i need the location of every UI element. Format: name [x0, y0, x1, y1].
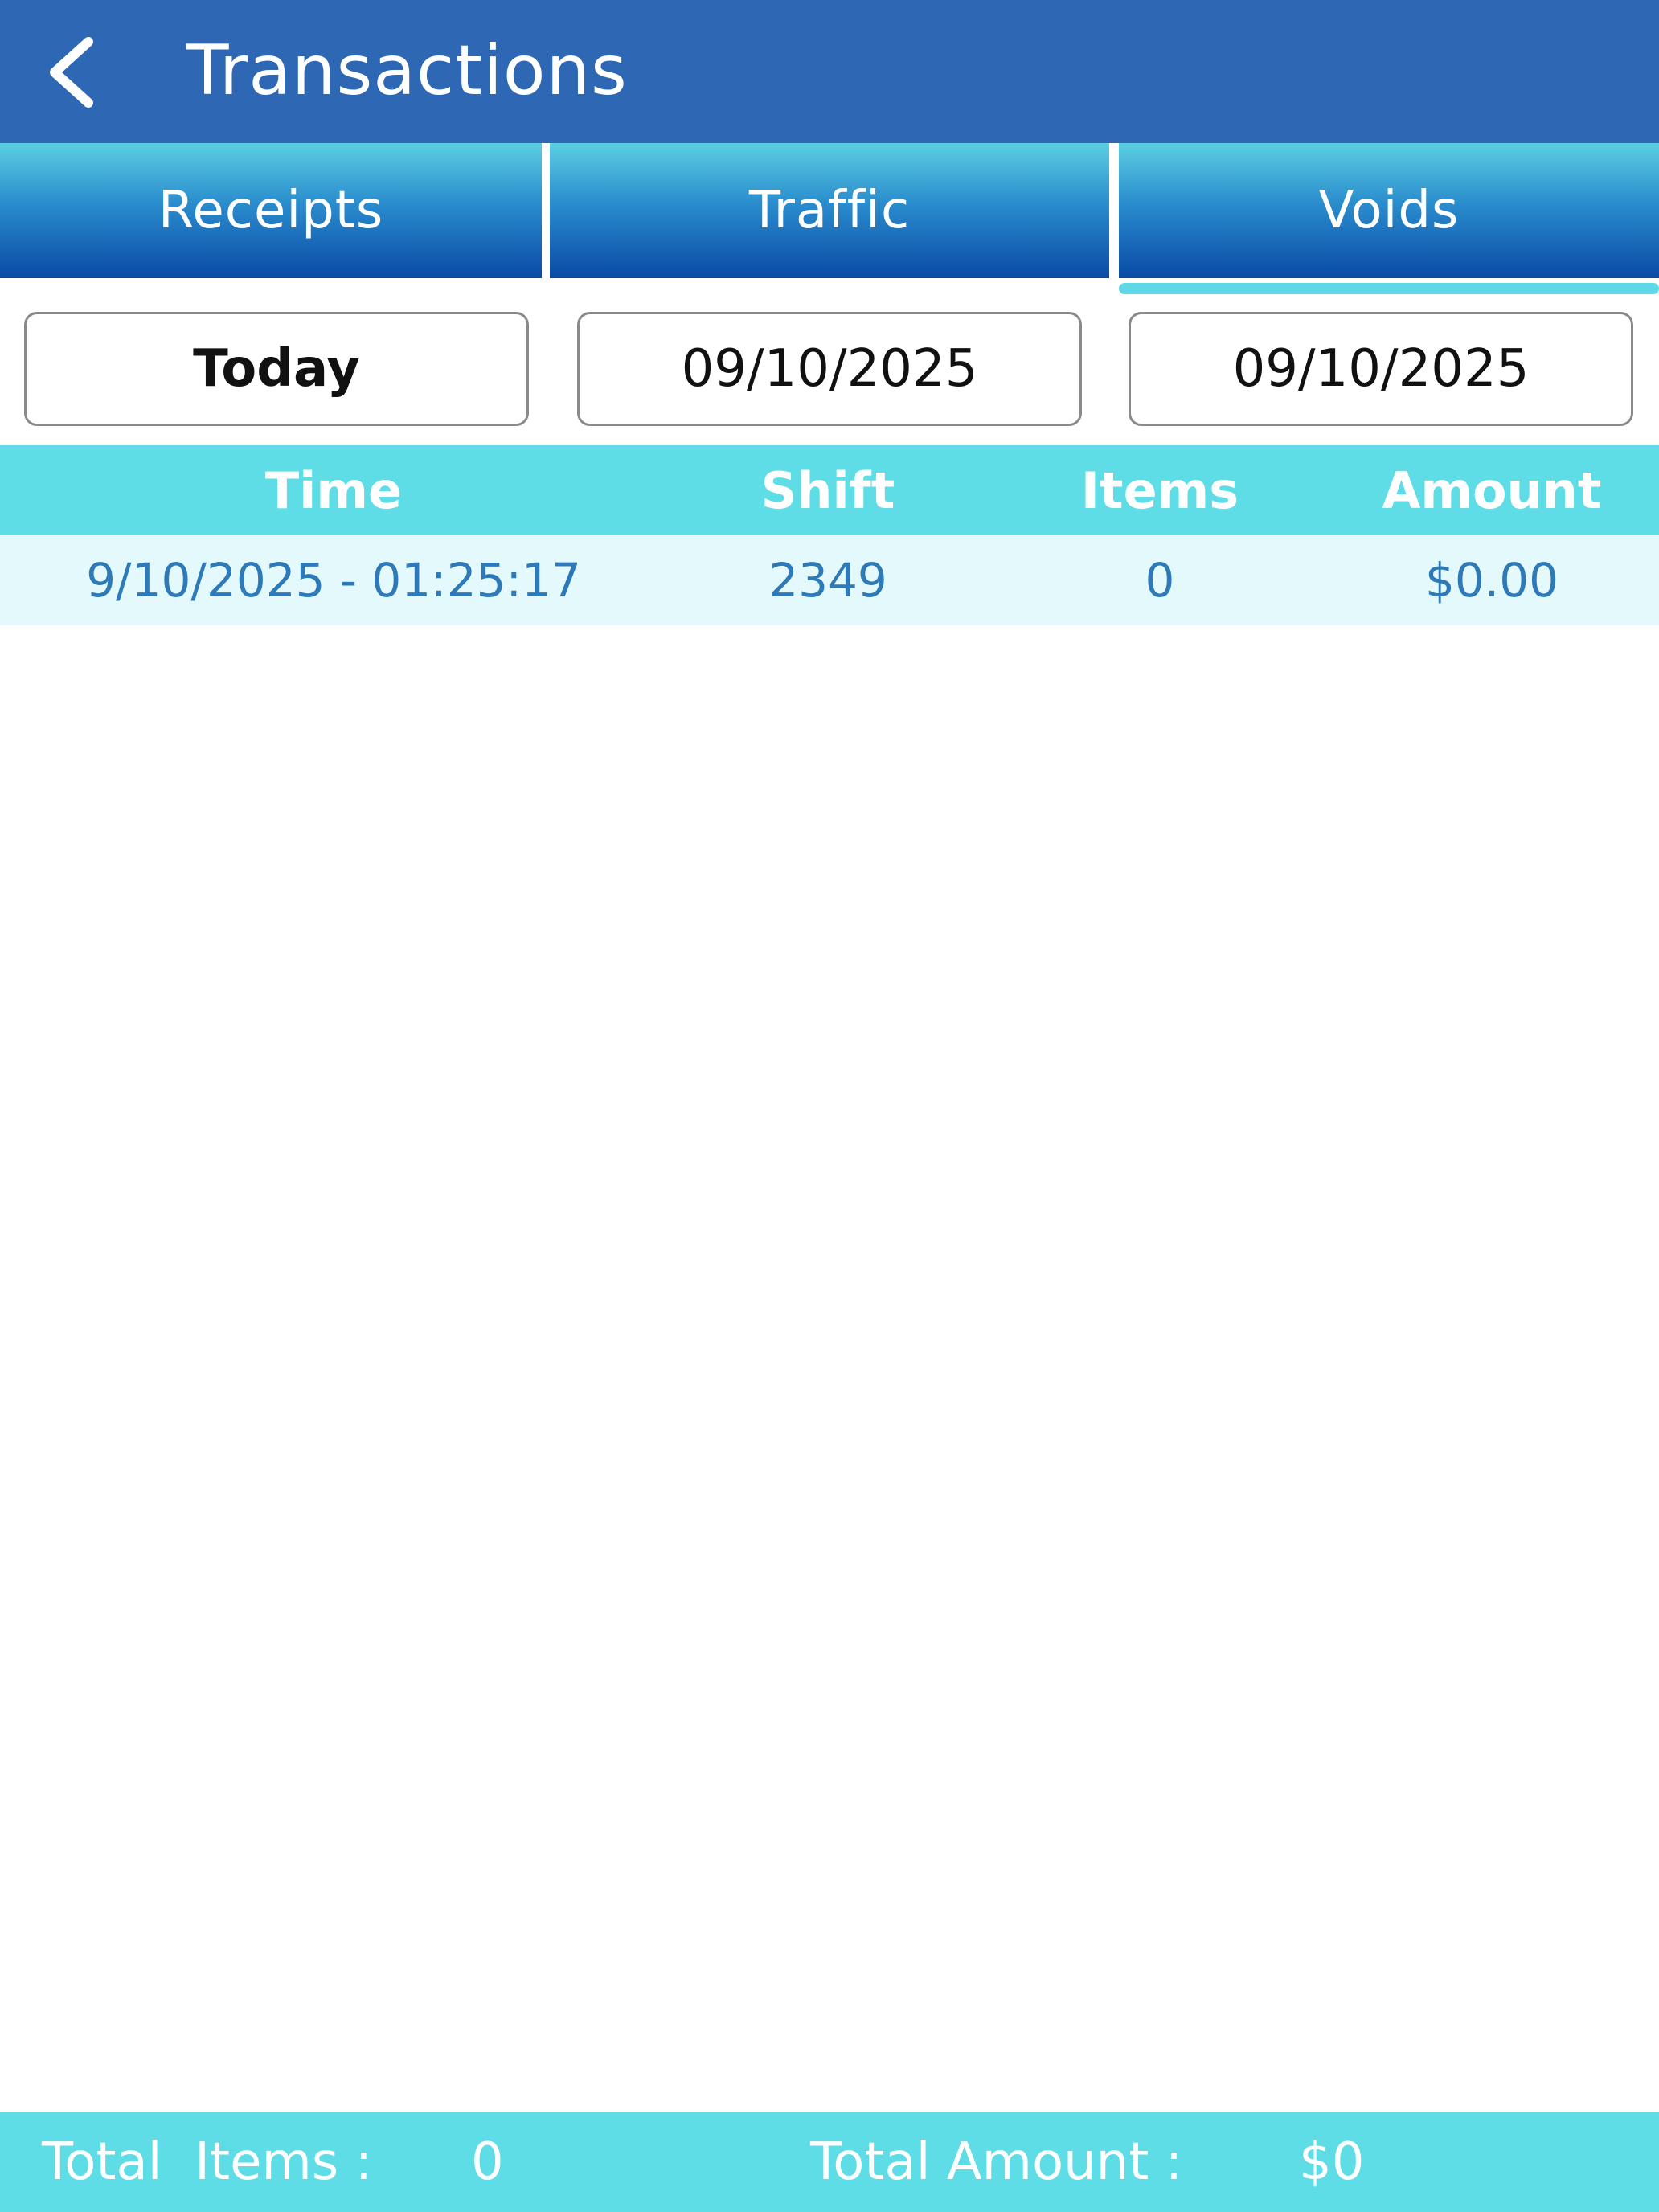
transactions-screen: Transactions Receipts Traffic Voids Toda… [0, 0, 1659, 2212]
end-date-field[interactable]: 09/10/2025 [1129, 312, 1633, 426]
total-amount-value: $0 [1299, 2132, 1365, 2192]
total-items-value: 0 [471, 2132, 504, 2192]
active-tab-indicator [1119, 283, 1659, 294]
total-amount-label: Total Amount : [810, 2132, 1183, 2192]
chevron-left-icon [50, 37, 93, 108]
start-date-field[interactable]: 09/10/2025 [577, 312, 1082, 426]
totals-footer: Total Items : 0 Total Amount : $0 [0, 2112, 1659, 2212]
table-header: Time Shift Items Amount [0, 445, 1659, 535]
cell-time: 9/10/2025 - 01:25:17 [86, 553, 581, 608]
tab-bar: Receipts Traffic Voids [0, 143, 1659, 278]
column-header-amount: Amount [1382, 461, 1602, 520]
total-items-label: Total Items : [42, 2132, 373, 2192]
back-button[interactable] [23, 24, 119, 121]
today-filter-button[interactable]: Today [24, 312, 529, 426]
cell-shift: 2349 [768, 553, 887, 608]
cell-amount: $0.00 [1424, 553, 1559, 608]
tab-receipts[interactable]: Receipts [0, 143, 542, 278]
column-header-items: Items [1080, 461, 1239, 520]
column-header-time: Time [264, 461, 403, 520]
tab-voids[interactable]: Voids [1119, 143, 1659, 278]
tab-traffic[interactable]: Traffic [550, 143, 1109, 278]
page-title: Transactions [186, 31, 628, 111]
column-header-shift: Shift [760, 461, 895, 520]
cell-items: 0 [1145, 553, 1175, 608]
app-header: Transactions [0, 0, 1659, 143]
table-row[interactable]: 9/10/2025 - 01:25:17 2349 0 $0.00 [0, 535, 1659, 625]
